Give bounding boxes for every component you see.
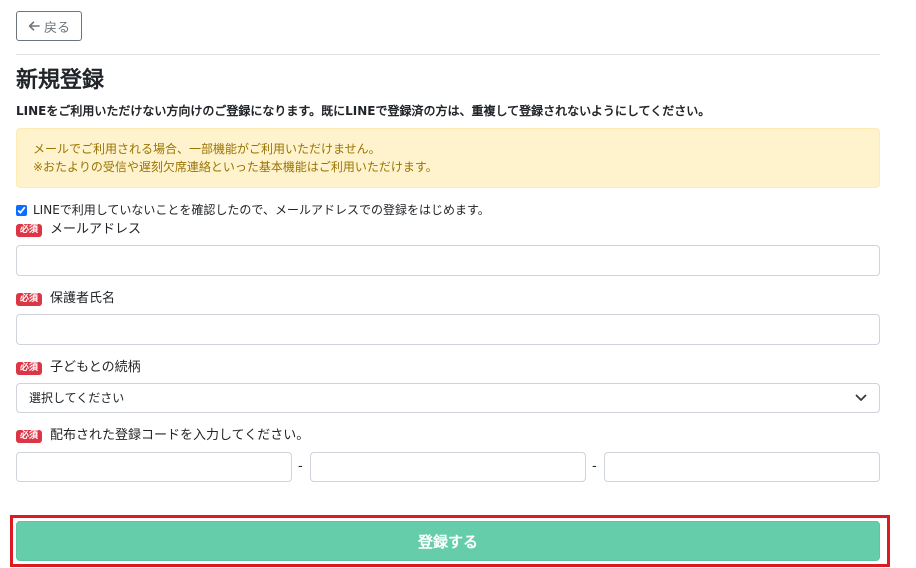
arrow-left-icon [28,21,40,31]
code-separator: - [298,459,303,474]
relation-select-value: 選択してください [29,391,125,405]
confirm-line-unused-row[interactable]: LINEで利用していないことを確認したので、メールアドレスでの登録をはじめます。 [16,202,490,218]
required-badge: 必須 [16,429,43,443]
registration-page: 戻る 新規登録 LINEをご利用いただけない方向けのご登録になります。既にLIN… [0,0,916,568]
guardian-name-label: 必須 保護者氏名 [16,291,115,307]
registration-notice: LINEをご利用いただけない方向けのご登録になります。既にLINEで登録済の方は… [16,104,711,118]
relation-select[interactable]: 選択してください [16,383,880,413]
registration-code-label: 必須 配布された登録コードを入力してください。 [16,428,309,444]
back-button-label: 戻る [43,19,70,35]
registration-code-input-1[interactable] [16,452,292,482]
guardian-name-label-text: 保護者氏名 [50,291,116,306]
registration-code-input-3[interactable] [604,452,880,482]
registration-code-label-text: 配布された登録コードを入力してください。 [50,428,310,443]
confirm-line-unused-label: LINEで利用していないことを確認したので、メールアドレスでの登録をはじめます。 [33,203,490,217]
email-field[interactable] [16,245,880,276]
register-button[interactable]: 登録する [16,521,880,561]
chevron-down-icon [855,394,867,402]
code-separator: - [592,459,597,474]
divider [16,54,880,55]
relation-label-text: 子どもとの続柄 [50,360,141,375]
alert-line-1: メールでご利用される場合、一部機能がご利用いただけません。 [33,142,381,156]
registration-code-input-2[interactable] [310,452,586,482]
email-label-text: メールアドレス [50,222,142,237]
confirm-line-unused-checkbox[interactable] [16,204,27,216]
alert-line-2: ※おたよりの受信や遅刻欠席連絡といった基本機能はご利用いただけます。 [33,160,438,174]
email-label: 必須 メールアドレス [16,222,141,238]
required-badge: 必須 [16,223,43,237]
guardian-name-field[interactable] [16,314,880,345]
page-title: 新規登録 [16,68,105,93]
back-button[interactable]: 戻る [16,11,82,41]
warning-alert: メールでご利用される場合、一部機能がご利用いただけません。 ※おたよりの受信や遅… [16,128,880,188]
relation-label: 必須 子どもとの続柄 [16,360,141,376]
required-badge: 必須 [16,292,43,306]
required-badge: 必須 [16,361,43,375]
